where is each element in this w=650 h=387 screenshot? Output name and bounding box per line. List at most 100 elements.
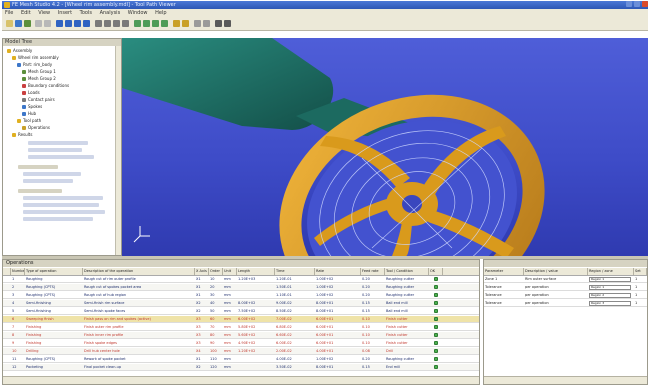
cell-time[interactable]: 2.00E-02 xyxy=(275,348,315,355)
check-icon[interactable] xyxy=(434,301,438,305)
cell-unit[interactable]: mm xyxy=(223,276,237,283)
cell-order[interactable]: 50 xyxy=(209,308,223,315)
param-value[interactable]: Rim outer surface xyxy=(524,276,588,283)
cell-len[interactable]: 8.00E+02 xyxy=(237,300,275,307)
side-horizontal-scrollbar[interactable] xyxy=(484,376,647,384)
table-row[interactable]: 12 Pocketing Final pocket clean-up X2 120 mm 3… xyxy=(3,364,479,371)
cell-n[interactable]: 10 xyxy=(11,348,25,355)
cell-rate[interactable]: 6.00E+01 xyxy=(315,340,361,347)
cell-order[interactable]: 100 xyxy=(209,348,223,355)
cell-n[interactable]: 9 xyxy=(11,340,25,347)
table-row[interactable]: 8 Finishing Finish inner rim profile X3 80 mm… xyxy=(3,332,479,339)
cell-rate[interactable]: 1.00E+02 xyxy=(315,276,361,283)
menu-view[interactable]: View xyxy=(35,9,53,17)
view-front-icon[interactable] xyxy=(95,20,102,27)
cell-desc[interactable]: Semi-finish spoke faces xyxy=(83,308,195,315)
cell-tool[interactable]: Roughing cutter xyxy=(385,284,429,291)
cell-time[interactable]: 6.00E-02 xyxy=(275,340,315,347)
cell-feed[interactable]: 0.10 xyxy=(361,324,385,331)
smooth-icon[interactable] xyxy=(152,20,159,27)
tree-scrollbar[interactable] xyxy=(115,46,121,255)
cell-tool[interactable]: End mill xyxy=(385,364,429,371)
cell-rate[interactable]: 8.00E+01 xyxy=(315,364,361,371)
check-icon[interactable] xyxy=(434,293,438,297)
mesh-icon[interactable] xyxy=(134,20,141,27)
table-row[interactable]: 10 Drilling Drill hub center hole X4 100 mm 1.… xyxy=(3,348,479,355)
row-select-cell[interactable] xyxy=(3,316,11,323)
cell-feed[interactable]: 0.15 xyxy=(361,300,385,307)
tree-item-contact[interactable]: Contact pairs xyxy=(28,97,55,102)
cell-x[interactable]: X2 xyxy=(195,308,209,315)
col-header-select[interactable] xyxy=(3,268,11,275)
cell-order[interactable]: 30 xyxy=(209,292,223,299)
new-icon[interactable] xyxy=(6,20,13,27)
cell-rate[interactable]: 6.00E+01 xyxy=(315,324,361,331)
save-icon[interactable] xyxy=(24,20,31,27)
cell-desc[interactable]: Rework of spoke pocket xyxy=(83,356,195,363)
cell-order[interactable]: 80 xyxy=(209,332,223,339)
cell-time[interactable]: 1.50E-01 xyxy=(275,284,315,291)
cell-len[interactable] xyxy=(237,364,275,371)
cell-tool[interactable]: Drill xyxy=(385,348,429,355)
param-row[interactable]: Tolerance per operation Region 31 xyxy=(484,300,647,307)
cell-unit[interactable]: mm xyxy=(223,316,237,323)
select-icon[interactable] xyxy=(56,20,63,27)
cell-len[interactable]: 4.90E+02 xyxy=(237,340,275,347)
cell-rate[interactable]: 6.00E+01 xyxy=(315,332,361,339)
cell-x[interactable]: X3 xyxy=(195,340,209,347)
cell-rate[interactable]: 1.00E+02 xyxy=(315,356,361,363)
col-header-rate[interactable]: Rate xyxy=(315,268,361,275)
cell-desc[interactable]: Finish pass on rim and spokes (active) xyxy=(83,316,195,323)
check-icon[interactable] xyxy=(434,277,438,281)
cell-type[interactable]: Semi-finishing xyxy=(25,308,83,315)
view-side-icon[interactable] xyxy=(113,20,120,27)
check-icon[interactable] xyxy=(434,365,438,369)
cell-x[interactable]: X2 xyxy=(195,300,209,307)
cell-unit[interactable]: mm xyxy=(223,292,237,299)
cell-type[interactable]: Finishing xyxy=(25,324,83,331)
menu-insert[interactable]: Insert xyxy=(55,9,75,17)
param-set[interactable]: 1 xyxy=(634,300,647,307)
cell-n[interactable]: 12 xyxy=(11,364,25,371)
side-col-set[interactable]: Set xyxy=(634,268,647,275)
cell-n[interactable]: 4 xyxy=(11,300,25,307)
cell-unit[interactable]: mm xyxy=(223,364,237,371)
row-select-cell[interactable] xyxy=(3,356,11,363)
col-header-unit[interactable]: Unit xyxy=(223,268,237,275)
redo-icon[interactable] xyxy=(44,20,51,27)
cell-tool[interactable]: Finish cutter xyxy=(385,340,429,347)
toolpath-icon[interactable] xyxy=(173,20,180,27)
region-dropdown[interactable]: Region 2 xyxy=(589,293,631,298)
cell-x[interactable]: X3 xyxy=(195,324,209,331)
tree-item-mesh1[interactable]: Mesh Group 1 xyxy=(28,69,56,74)
tree-item-hub[interactable]: Hub xyxy=(28,111,36,116)
cell-feed[interactable]: 0.10 xyxy=(361,316,385,323)
menu-file[interactable]: File xyxy=(2,9,16,17)
check-icon[interactable] xyxy=(434,285,438,289)
col-header-feed[interactable]: Feed rate xyxy=(361,268,385,275)
view-iso-icon[interactable] xyxy=(122,20,129,27)
print-icon[interactable] xyxy=(215,20,222,27)
cell-order[interactable]: 40 xyxy=(209,300,223,307)
cell-type[interactable]: Roughing (CPTS) xyxy=(25,284,83,291)
cell-order[interactable]: 20 xyxy=(209,284,223,291)
cell-tool[interactable]: Finish cutter xyxy=(385,316,429,323)
param-value[interactable]: per operation xyxy=(524,300,588,307)
simulate-icon[interactable] xyxy=(182,20,189,27)
check-icon[interactable] xyxy=(434,325,438,329)
check-icon[interactable] xyxy=(434,349,438,353)
cell-len[interactable] xyxy=(237,284,275,291)
check-icon[interactable] xyxy=(434,341,438,345)
cell-len[interactable] xyxy=(237,356,275,363)
cell-order[interactable]: 90 xyxy=(209,340,223,347)
row-select-cell[interactable] xyxy=(3,332,11,339)
param-set[interactable]: 1 xyxy=(634,284,647,291)
cell-time[interactable]: 6.60E-02 xyxy=(275,332,315,339)
cell-n[interactable]: 8 xyxy=(11,332,25,339)
cell-order[interactable]: 10 xyxy=(209,276,223,283)
col-header-time[interactable]: Time xyxy=(275,268,315,275)
cell-len[interactable]: 5.60E+02 xyxy=(237,332,275,339)
cell-time[interactable]: 6.80E-02 xyxy=(275,324,315,331)
cell-x[interactable]: X3 xyxy=(195,316,209,323)
close-icon[interactable] xyxy=(642,1,648,7)
